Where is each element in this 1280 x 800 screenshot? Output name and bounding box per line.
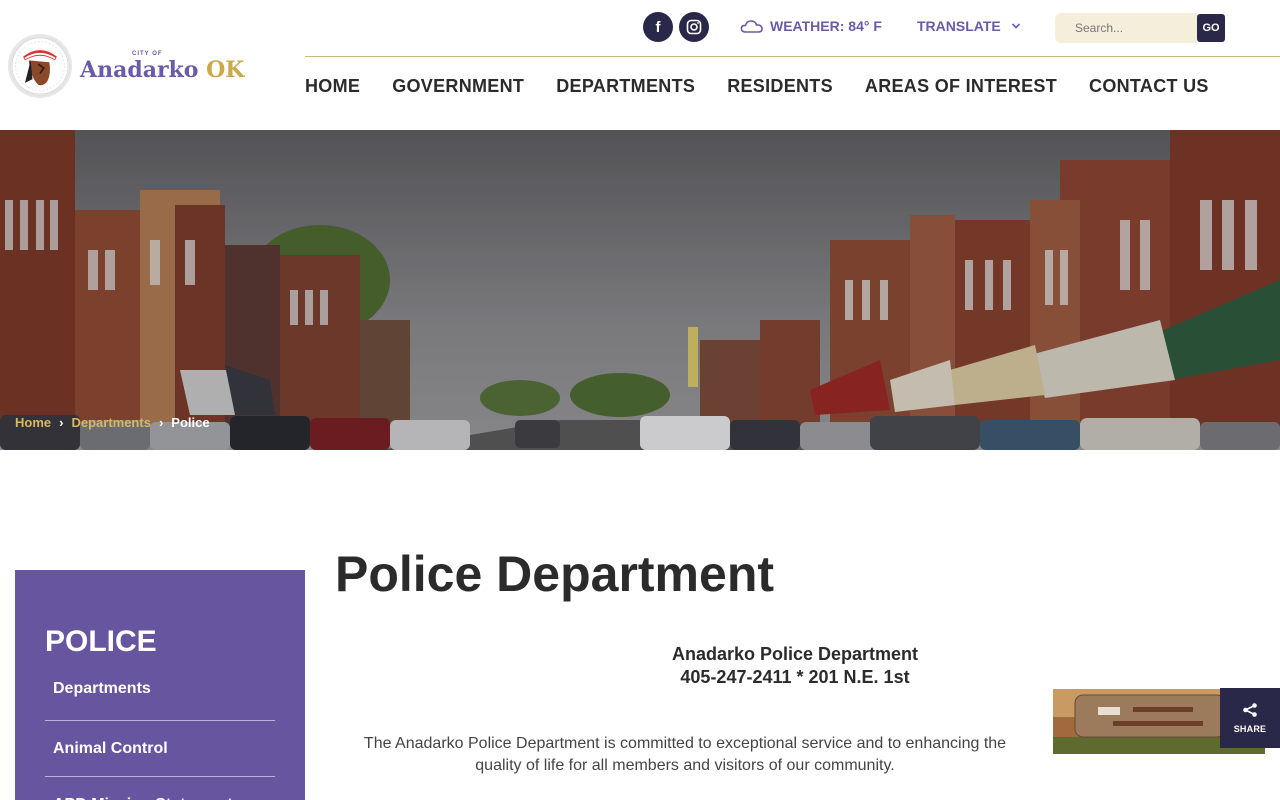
main-street-photo (0, 130, 1280, 450)
search-form: GO (1055, 13, 1225, 43)
department-contact-block: Anadarko Police Department 405-247-2411 … (580, 643, 1010, 689)
search-go-button[interactable]: GO (1197, 14, 1225, 42)
breadcrumb-current: Police (171, 415, 210, 430)
share-icon (1243, 703, 1257, 717)
share-label: SHARE (1233, 724, 1267, 734)
intro-paragraph: The Anadarko Police Department is commit… (363, 735, 1007, 774)
sidebar-item-mission-statement[interactable]: APD Mission Statement (45, 777, 275, 800)
translate-dropdown[interactable]: TRANSLATE (917, 18, 1021, 34)
nav-government[interactable]: GOVERNMENT (392, 76, 524, 97)
hero-banner: Home › Departments › Police (0, 130, 1280, 450)
sidebar-item-animal-control[interactable]: Animal Control (45, 721, 275, 777)
search-input[interactable] (1055, 13, 1197, 43)
weather-widget: WEATHER: 84° F (740, 18, 882, 34)
weather-label: WEATHER: 84° F (770, 18, 882, 34)
share-button[interactable]: SHARE (1220, 688, 1280, 748)
logo-name-accent: OK (206, 57, 245, 83)
department-name: Anadarko Police Department (671, 644, 919, 664)
sidebar-item-departments[interactable]: Departments (45, 673, 275, 721)
chevron-down-icon (1011, 23, 1020, 29)
logo-city-name: Anadarko OK (80, 59, 244, 81)
nav-areas-of-interest[interactable]: AREAS OF INTEREST (865, 76, 1057, 97)
facebook-icon[interactable]: f (643, 12, 673, 42)
site-header: CITY OF Anadarko OK f WEATHER: 84° F TRA… (0, 0, 1280, 130)
instagram-glyph (686, 19, 702, 35)
nav-departments[interactable]: DEPARTMENTS (556, 76, 695, 97)
nav-contact-us[interactable]: CONTACT US (1089, 76, 1209, 97)
utility-bar: f WEATHER: 84° F TRANSLATE GO (305, 0, 1280, 57)
breadcrumb-separator-icon: › (158, 415, 164, 430)
logo-name-main: Anadarko (80, 57, 199, 83)
section-sidebar: POLICE Departments Animal Control APD Mi… (15, 570, 305, 800)
city-seal-icon (8, 34, 72, 98)
nav-residents[interactable]: RESIDENTS (727, 76, 833, 97)
logo-wordmark: CITY OF Anadarko OK (80, 51, 244, 81)
department-phone-address: 405-247-2411 * 201 N.E. 1st (680, 667, 910, 687)
cloud-icon (740, 20, 763, 33)
breadcrumb-departments[interactable]: Departments (71, 415, 150, 430)
translate-label: TRANSLATE (917, 18, 1001, 34)
instagram-icon[interactable] (679, 12, 709, 42)
site-logo[interactable]: CITY OF Anadarko OK (8, 32, 244, 100)
social-links: f (643, 12, 709, 42)
sidebar-title: POLICE (45, 625, 157, 658)
nav-home[interactable]: HOME (305, 76, 360, 97)
breadcrumb-home[interactable]: Home (15, 415, 51, 430)
breadcrumb-separator-icon: › (59, 415, 64, 430)
breadcrumb: Home › Departments › Police (15, 415, 210, 430)
main-nav: HOME GOVERNMENT DEPARTMENTS RESIDENTS AR… (305, 76, 1209, 97)
page-title: Police Department (335, 546, 775, 602)
